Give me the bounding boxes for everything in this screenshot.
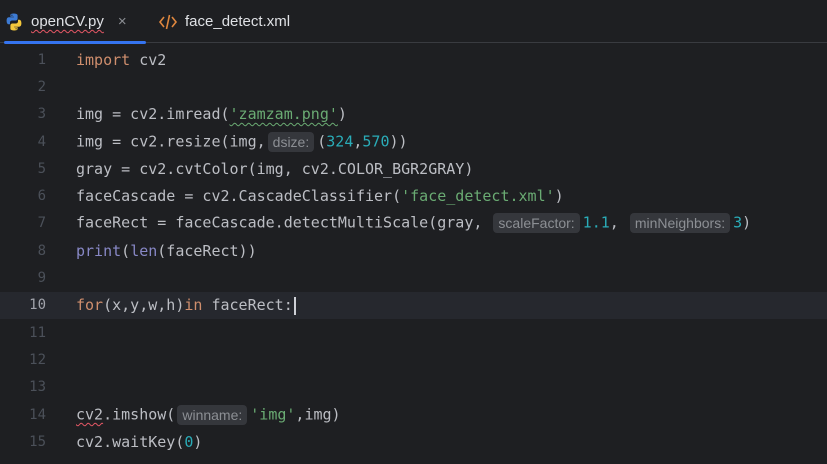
- code-line: 7 faceRect = faceCascade.detectMultiScal…: [0, 210, 827, 237]
- code-text: faceCascade = cv2.CascadeClassifier(: [76, 187, 402, 206]
- number-literal: 3: [733, 213, 743, 232]
- code-text: )): [389, 132, 408, 151]
- line-number: 4: [37, 133, 46, 150]
- code-line: 5 gray = cv2.cvtColor(img, cv2.COLOR_BGR…: [0, 155, 827, 182]
- line-number: 1: [37, 51, 46, 68]
- code-line: 3 img = cv2.imread('zamzam.png'): [0, 101, 827, 128]
- line-number: 2: [37, 78, 46, 95]
- line-number: 5: [37, 160, 46, 177]
- code-text: (: [121, 241, 131, 260]
- string-literal: 'face_detect.xml': [401, 187, 555, 206]
- code-line: 13: [0, 374, 827, 401]
- line-number: 10: [29, 297, 46, 314]
- code-line: 12: [0, 346, 827, 373]
- param-hint-minneighbors: minNeighbors:: [629, 213, 731, 234]
- tab-face-detect-xml[interactable]: face_detect.xml: [158, 0, 308, 43]
- xml-icon: [158, 12, 178, 32]
- code-text: img = cv2.imread(: [76, 105, 230, 124]
- code-line: 11: [0, 319, 827, 346]
- line-number: 9: [37, 270, 46, 287]
- code-text: faceRect:: [202, 296, 293, 315]
- number-literal: 1.1: [582, 213, 610, 232]
- current-code-line: 10 for(x,y,w,h)in faceRect:: [0, 291, 827, 319]
- number-literal: 570: [362, 132, 390, 151]
- tab-label: face_detect.xml: [185, 13, 291, 30]
- line-number: 14: [29, 406, 46, 423]
- code-text: cv2: [130, 50, 167, 69]
- code-editor[interactable]: 1 import cv2 2 3 img = cv2.imread('zamza…: [0, 44, 827, 464]
- code-text: cv2: [76, 405, 104, 424]
- python-icon: [4, 12, 24, 32]
- code-text: cv2.waitKey(: [76, 432, 185, 451]
- code-line: 1 import cv2: [0, 46, 827, 73]
- code-text: (faceRect)): [157, 241, 257, 260]
- line-number: 15: [29, 433, 46, 450]
- code-line: 2: [0, 73, 827, 100]
- code-line: 6 faceCascade = cv2.CascadeClassifier('f…: [0, 183, 827, 210]
- tab-label: openCV.py: [31, 13, 104, 30]
- code-text: ): [337, 105, 347, 124]
- code-text: .imshow(: [103, 405, 176, 424]
- line-number: 7: [37, 215, 46, 232]
- code-line: 9: [0, 264, 827, 291]
- code-text: ): [193, 432, 203, 451]
- line-number: 11: [29, 324, 46, 341]
- tab-opencv-py[interactable]: openCV.py ×: [4, 0, 146, 44]
- code-line: 8 print(len(faceRect)): [0, 237, 827, 264]
- code-text: img = cv2.resize(img,: [76, 132, 266, 151]
- param-hint-scalefactor: scaleFactor:: [493, 213, 580, 234]
- builtin-len: len: [130, 241, 158, 260]
- keyword: import: [76, 50, 131, 69]
- code-text: (x,y,w,h): [103, 296, 185, 315]
- code-text: ): [554, 187, 564, 206]
- line-number: 12: [29, 351, 46, 368]
- code-text: ,img): [295, 405, 341, 424]
- editor-tab-bar: openCV.py × face_detect.xml: [0, 0, 827, 44]
- param-hint-dsize: dsize:: [267, 131, 315, 152]
- line-number: 3: [37, 106, 46, 123]
- code-line: 4 img = cv2.resize(img, dsize: (324,570)): [0, 128, 827, 155]
- text-caret: [293, 296, 296, 315]
- code-text: ,: [609, 213, 628, 232]
- close-icon[interactable]: ×: [118, 13, 127, 30]
- string-literal: 'zamzam.png': [229, 105, 338, 124]
- code-line: 14 cv2.imshow(winname:'img',img): [0, 401, 827, 428]
- number-literal: 324: [326, 132, 354, 151]
- code-text: gray = cv2.cvtColor(img, cv2.COLOR_BGR2G…: [76, 159, 474, 178]
- line-number: 13: [29, 379, 46, 396]
- code-text: ): [742, 213, 752, 232]
- string-literal: 'img': [250, 405, 296, 424]
- code-text: faceRect = faceCascade.detectMultiScale(…: [76, 213, 492, 232]
- line-number: 6: [37, 188, 46, 205]
- param-hint-winname: winname:: [177, 404, 248, 425]
- line-number: 8: [37, 242, 46, 259]
- keyword: in: [184, 296, 203, 315]
- code-line: 15 cv2.waitKey(0): [0, 428, 827, 455]
- builtin-print: print: [76, 241, 122, 260]
- code-text: (: [317, 132, 327, 151]
- keyword: for: [76, 296, 104, 315]
